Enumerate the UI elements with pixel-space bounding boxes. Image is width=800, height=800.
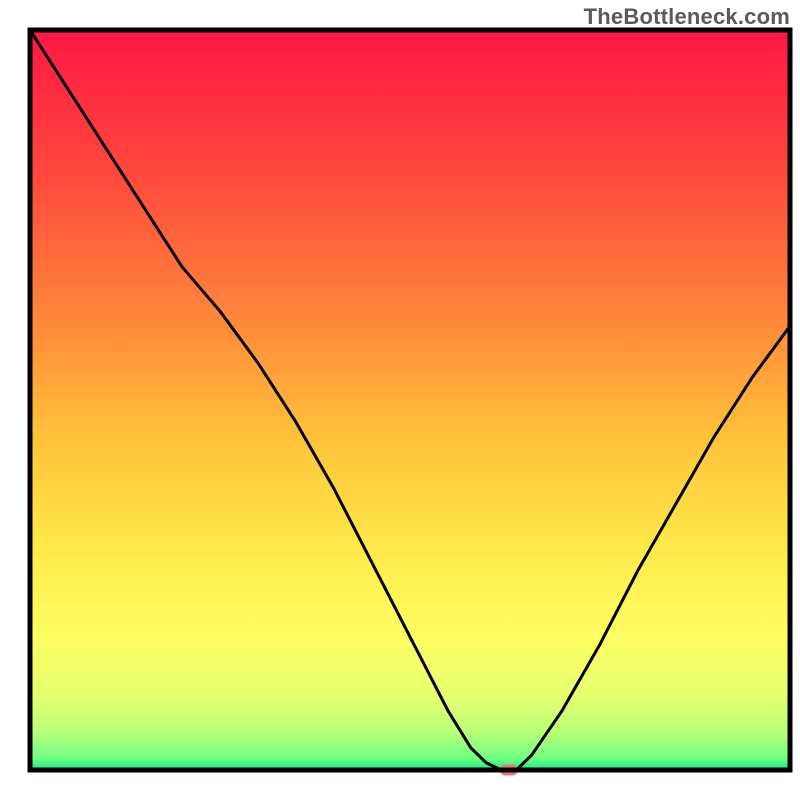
watermark-text: TheBottleneck.com: [584, 4, 790, 30]
bottleneck-chart: TheBottleneck.com: [0, 0, 800, 800]
chart-svg: [0, 0, 800, 800]
plot-background: [30, 30, 790, 770]
